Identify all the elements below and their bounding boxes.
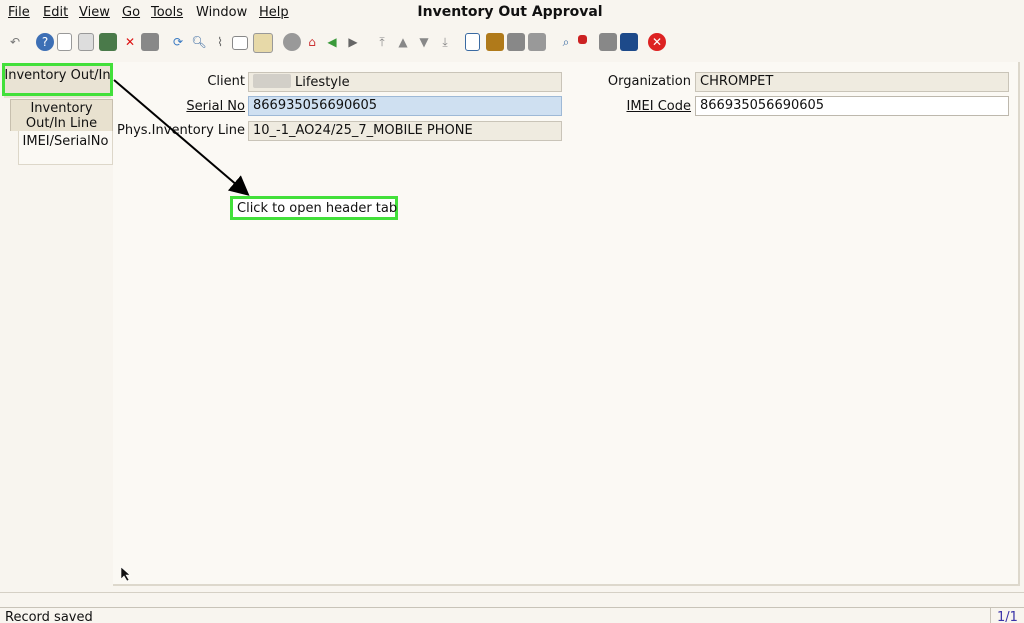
mouse-cursor-icon bbox=[121, 567, 131, 581]
status-bar: Record saved 1/1 bbox=[0, 607, 1024, 623]
status-message: Record saved bbox=[5, 610, 93, 623]
annotation-arrow bbox=[113, 79, 250, 196]
annotation-callout: Click to open header tab bbox=[230, 196, 398, 220]
record-page-indicator[interactable]: 1/1 bbox=[990, 608, 1024, 623]
app-window: File Edit View Go Tools Window Help Inve… bbox=[0, 0, 1024, 623]
status-separator bbox=[0, 592, 1024, 607]
